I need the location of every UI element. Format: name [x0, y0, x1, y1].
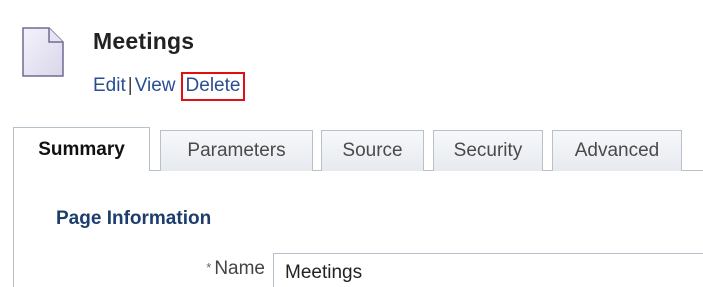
page-actions: Edit | View Delete: [93, 72, 246, 101]
page-title: Meetings: [93, 28, 195, 54]
tab-security[interactable]: Security: [433, 130, 543, 171]
tab-summary[interactable]: Summary: [13, 127, 150, 171]
tab-advanced[interactable]: Advanced: [552, 130, 682, 171]
delete-highlight: Delete: [180, 72, 246, 101]
tab-label: Source: [342, 140, 403, 161]
edit-link[interactable]: Edit: [93, 75, 126, 96]
name-field[interactable]: [273, 253, 703, 287]
tab-label: Security: [453, 140, 523, 161]
tab-label: Summary: [38, 138, 125, 160]
tab-parameters[interactable]: Parameters: [160, 130, 313, 171]
action-separator: |: [127, 75, 133, 96]
name-field-label: * Name: [206, 258, 265, 280]
view-link[interactable]: View: [135, 75, 176, 96]
tab-bar: Summary Parameters Source Security Advan…: [13, 127, 703, 171]
required-marker: *: [206, 260, 212, 275]
tab-label: Parameters: [187, 140, 286, 161]
delete-link[interactable]: Delete: [186, 75, 241, 96]
tab-source[interactable]: Source: [321, 130, 424, 171]
section-title: Page Information: [56, 208, 212, 229]
tab-label: Advanced: [574, 140, 660, 161]
page-icon: [22, 27, 64, 77]
name-label-text: Name: [214, 258, 265, 279]
